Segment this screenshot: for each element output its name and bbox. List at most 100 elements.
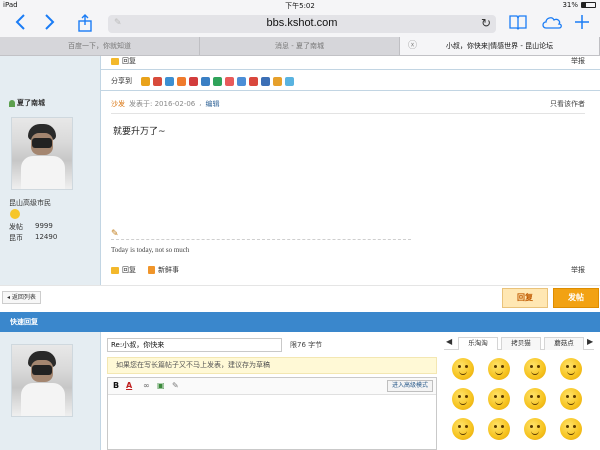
battery-percent: 31% [562, 1, 578, 9]
author-name[interactable]: 夏了南城 [9, 98, 45, 108]
smiley-face-icon[interactable] [560, 358, 582, 380]
tab-messages[interactable]: 消息 - 夏了南城 [200, 37, 400, 55]
share-platform-icon[interactable] [225, 76, 234, 86]
fresh-news-label[interactable]: 新鲜事 [158, 265, 179, 275]
signature-divider [111, 239, 411, 240]
smiley-tabs: ◀ 乐淘淘 拷贝猫 蘑菇点 ▶ [444, 336, 594, 350]
user-icon [9, 99, 15, 107]
smiley-panel: ◀ 乐淘淘 拷贝猫 蘑菇点 ▶ [444, 336, 594, 450]
prev-reply-label[interactable]: 回复 [122, 56, 136, 66]
browser-toolbar: ✎ bbs.kshot.com ↻ [0, 11, 600, 37]
advanced-mode-button[interactable]: 进入高级模式 [386, 380, 433, 392]
reload-icon[interactable]: ↻ [481, 16, 491, 30]
reply-icon [111, 266, 119, 274]
quick-reply-sidebar [0, 332, 101, 450]
smiley-face-icon[interactable] [488, 388, 510, 410]
tab-label: 消息 - 夏了南城 [275, 42, 324, 50]
smiley-face-icon[interactable] [560, 418, 582, 440]
url-bar[interactable]: ✎ bbs.kshot.com ↻ [108, 15, 496, 33]
quick-reply-body: Re:小叔，你快来 限76 字节 如果您在写长篇帖子又不马上发表，建议存为草稿 … [0, 332, 600, 450]
tab-baidu[interactable]: 百度一下，你就知道 [0, 37, 200, 55]
smiley-tab-letaotao[interactable]: 乐淘淘 [458, 337, 498, 350]
smiley-face-icon[interactable] [452, 388, 474, 410]
smiley-prev-icon[interactable]: ◀ [446, 337, 452, 346]
reply-button[interactable]: 回复 [502, 288, 548, 308]
post-header: 沙发 发表于: 2016-02-06 , 编辑 [111, 99, 220, 109]
avatar-body [21, 156, 65, 189]
smiley-face-icon[interactable] [452, 418, 474, 440]
signature: Today is today, not so much [111, 246, 190, 254]
smiley-tab-kaobeimao[interactable]: 拷贝猫 [501, 337, 541, 350]
back-icon[interactable] [10, 14, 30, 34]
share-platform-icon[interactable] [189, 76, 198, 86]
reply-editor[interactable]: B A ∞ ▣ ✎ 进入高级模式 [107, 377, 437, 450]
share-platform-icon[interactable] [201, 76, 210, 86]
share-icon[interactable] [75, 14, 95, 34]
reply-label[interactable]: 回复 [122, 265, 136, 275]
back-to-list-button[interactable]: ◂ 返回列表 [2, 291, 41, 304]
prev-report-link[interactable]: 举报 [571, 56, 585, 66]
smiley-face-icon[interactable] [560, 388, 582, 410]
tab-forum-thread[interactable]: ⓧ 小叔，你快来|情感世界 - 昆山论坛 [400, 37, 600, 55]
stat-posts: 发帖 9999 [9, 222, 53, 232]
cloud-tabs-icon[interactable] [540, 14, 564, 34]
forward-icon[interactable] [40, 14, 60, 34]
smiley-face-icon[interactable] [524, 418, 546, 440]
prev-reply-link[interactable]: 回复 [111, 56, 136, 66]
smiley-tab-moguodian[interactable]: 蘑菇点 [544, 337, 584, 350]
bookmarks-icon[interactable] [508, 14, 528, 34]
avatar[interactable] [11, 344, 73, 417]
share-platform-icon[interactable] [273, 76, 282, 86]
share-platform-icon[interactable] [213, 76, 222, 86]
smiley-face-icon[interactable] [488, 358, 510, 380]
post-content-column: 回复 举报 分享到 沙发 发表于: 2016-02-06 , 编辑 只看该作者 … [101, 56, 600, 285]
smiley-next-icon[interactable]: ▶ [587, 337, 593, 346]
stat-coins: 昆币 12490 [9, 233, 57, 243]
smiley-grid [452, 358, 592, 440]
post-body: 就要升万了~ [113, 127, 166, 137]
editor-toolbar: B A ∞ ▣ ✎ 进入高级模式 [108, 378, 436, 395]
author-name-text[interactable]: 夏了南城 [17, 98, 45, 108]
avatar[interactable] [11, 117, 73, 190]
attachment-icon[interactable]: ✎ [172, 381, 179, 390]
image-icon[interactable]: ▣ [157, 381, 165, 390]
share-platform-icon[interactable] [285, 76, 294, 86]
share-platform-icon[interactable] [249, 76, 258, 86]
smiley-face-icon[interactable] [488, 418, 510, 440]
share-platform-icon[interactable] [177, 76, 186, 86]
reply-link[interactable]: 回复 [111, 265, 136, 275]
avatar-camera [32, 365, 52, 375]
avatar-body [21, 383, 65, 416]
share-platform-icon[interactable] [141, 76, 150, 86]
share-platform-icon[interactable] [237, 76, 246, 86]
quick-reply-header: 快速回复 [0, 312, 600, 332]
reply-icon [111, 57, 119, 65]
divider [101, 69, 600, 70]
header-divider [111, 113, 585, 114]
share-platform-icon[interactable] [153, 76, 162, 86]
bold-button[interactable]: B [113, 381, 119, 390]
author-sidebar: 夏了南城 昆山高级市民 发帖 9999 昆币 12490 [0, 56, 101, 285]
subject-input[interactable]: Re:小叔，你快来 [107, 338, 282, 352]
share-platform-icon[interactable] [261, 76, 270, 86]
url-text[interactable]: bbs.kshot.com [108, 17, 496, 29]
smiley-face-icon[interactable] [452, 358, 474, 380]
stat-label: 昆币 [9, 234, 23, 242]
smiley-face-icon[interactable] [524, 358, 546, 380]
report-link[interactable]: 举报 [571, 265, 585, 275]
smiley-face-icon[interactable] [524, 388, 546, 410]
only-author-link[interactable]: 只看该作者 [550, 99, 585, 109]
edit-link[interactable]: 编辑 [206, 99, 220, 109]
user-rank: 昆山高级市民 [9, 199, 51, 207]
floor-label: 沙发 [111, 100, 125, 108]
font-color-button[interactable]: A [126, 381, 132, 390]
fresh-news-link[interactable]: 新鲜事 [148, 265, 179, 275]
new-tab-icon[interactable] [572, 14, 592, 34]
fresh-news-icon [148, 266, 155, 274]
battery-icon [581, 2, 596, 8]
post-date: 发表于: 2016-02-06 [129, 100, 196, 108]
link-icon[interactable]: ∞ [143, 381, 150, 390]
share-platform-icon[interactable] [165, 76, 174, 86]
close-tab-icon[interactable]: ⓧ [408, 37, 417, 55]
new-post-button[interactable]: 发帖 [553, 288, 599, 308]
